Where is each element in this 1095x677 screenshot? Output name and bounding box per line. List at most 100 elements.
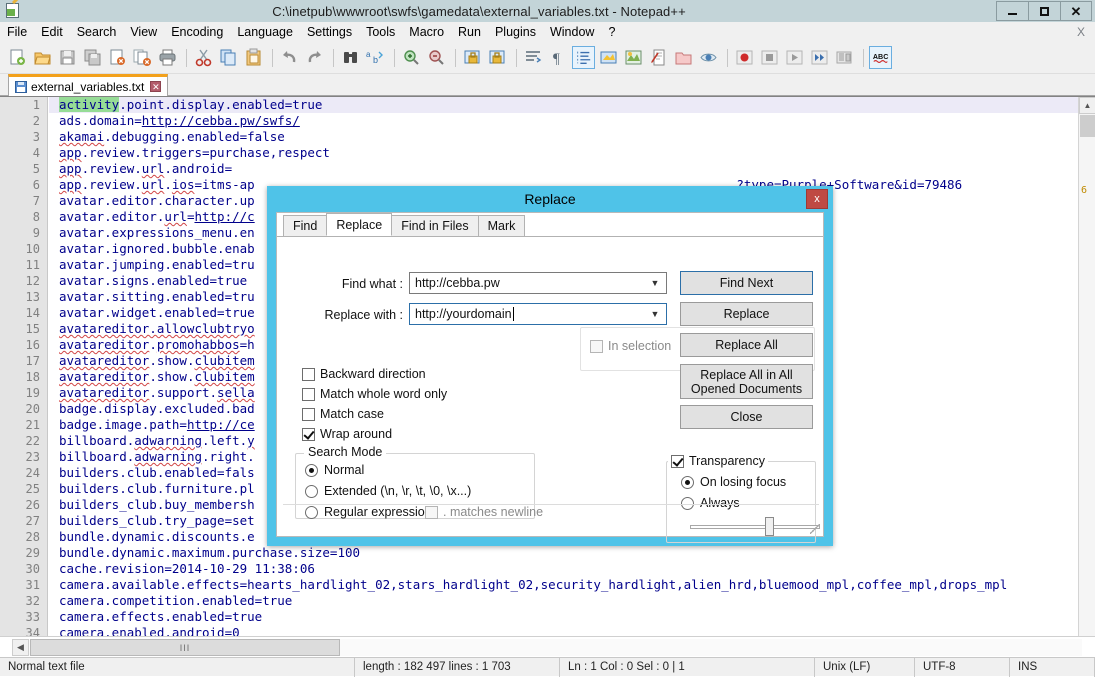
vertical-scroll-thumb[interactable] <box>1080 115 1095 137</box>
dialog-title-bar[interactable]: Replace x <box>267 186 833 212</box>
document-tab-external-variables[interactable]: external_variables.txt ✕ <box>8 74 169 96</box>
redo-icon[interactable] <box>303 46 326 69</box>
menu-item-tools[interactable]: Tools <box>359 23 402 41</box>
code-line[interactable]: camera.available.effects=hearts_hardligh… <box>49 577 1078 593</box>
sync-horizontal-scroll-icon[interactable] <box>486 46 509 69</box>
scroll-left-arrow-icon[interactable]: ◀ <box>12 639 29 656</box>
save-macro-icon[interactable] <box>833 46 856 69</box>
chevron-down-icon[interactable]: ▼ <box>644 304 666 324</box>
folder-as-workspace-icon[interactable] <box>672 46 695 69</box>
stop-recording-icon[interactable] <box>758 46 781 69</box>
menu-item-macro[interactable]: Macro <box>402 23 451 41</box>
in-selection-checkbox[interactable]: In selection <box>590 339 671 353</box>
menu-item-encoding[interactable]: Encoding <box>164 23 230 41</box>
close-icon[interactable]: ✕ <box>150 81 162 92</box>
menu-item-help[interactable]: ? <box>601 23 622 41</box>
print-icon[interactable] <box>156 46 179 69</box>
code-line[interactable]: app.review.url.android= <box>49 161 1078 177</box>
tab-find[interactable]: Find <box>283 215 328 236</box>
replace-icon[interactable]: ab <box>364 46 387 69</box>
cut-icon[interactable] <box>192 46 215 69</box>
search-mode-extended-radio[interactable]: Extended (\n, \r, \t, \0, \x...) <box>305 484 471 498</box>
find-icon[interactable] <box>339 46 362 69</box>
wrap-around-checkbox[interactable]: Wrap around <box>302 427 392 441</box>
find-next-button[interactable]: Find Next <box>680 271 813 295</box>
code-text: avatar.signs.enabled=true <box>59 273 248 288</box>
sync-vertical-scroll-icon[interactable] <box>461 46 484 69</box>
code-line[interactable]: camera.effects.enabled=true <box>49 609 1078 625</box>
code-line[interactable]: activity.point.display.enabled=true <box>49 97 1078 113</box>
menu-item-run[interactable]: Run <box>451 23 488 41</box>
playback-macro-icon[interactable] <box>783 46 806 69</box>
save-icon[interactable] <box>56 46 79 69</box>
close-window-button[interactable]: ✕ <box>1060 1 1092 21</box>
menu-item-language[interactable]: Language <box>230 23 300 41</box>
menu-item-window[interactable]: Window <box>543 23 601 41</box>
paste-icon[interactable] <box>242 46 265 69</box>
code-text: avatar.expressions_menu.en <box>59 225 255 240</box>
code-line[interactable]: ads.domain=http://cebba.pw/swfs/ <box>49 113 1078 129</box>
svg-text:¶: ¶ <box>553 51 560 67</box>
indent-guideline-icon[interactable] <box>572 46 595 69</box>
replace-dialog[interactable]: Replace x Find Replace Find in Files Mar… <box>267 186 833 546</box>
replace-all-opened-documents-button[interactable]: Replace All in All Opened Documents <box>680 364 813 399</box>
close-all-files-icon[interactable] <box>131 46 154 69</box>
word-wrap-icon[interactable] <box>522 46 545 69</box>
vertical-scrollbar[interactable]: ▲ 6 <box>1078 97 1095 637</box>
maximize-button[interactable] <box>1028 1 1060 21</box>
tab-mark[interactable]: Mark <box>477 215 526 236</box>
zoom-in-icon[interactable] <box>400 46 423 69</box>
save-all-icon[interactable] <box>81 46 104 69</box>
run-macro-multiple-icon[interactable] <box>808 46 831 69</box>
chevron-down-icon[interactable]: ▼ <box>644 273 666 293</box>
horizontal-scrollbar[interactable]: ◀ III <box>0 636 1095 657</box>
code-line[interactable]: camera.competition.enabled=true <box>49 593 1078 609</box>
scroll-up-arrow-icon[interactable]: ▲ <box>1079 97 1095 114</box>
code-line[interactable]: cache.revision=2014-10-29 11:38:06 <box>49 561 1078 577</box>
close-button[interactable]: Close <box>680 405 813 429</box>
code-text: app <box>59 177 82 192</box>
backward-direction-checkbox[interactable]: Backward direction <box>302 367 426 381</box>
close-document-button[interactable]: X <box>1077 25 1085 39</box>
tab-find-in-files[interactable]: Find in Files <box>391 215 479 236</box>
show-document-map-icon[interactable] <box>622 46 645 69</box>
search-mode-normal-radio[interactable]: Normal <box>305 463 364 477</box>
copy-icon[interactable] <box>217 46 240 69</box>
menu-item-plugins[interactable]: Plugins <box>488 23 543 41</box>
new-file-icon[interactable] <box>6 46 29 69</box>
close-file-icon[interactable] <box>106 46 129 69</box>
code-line[interactable]: akamai.debugging.enabled=false <box>49 129 1078 145</box>
user-defined-language-icon[interactable] <box>597 46 620 69</box>
replace-with-input[interactable]: http://yourdomain ▼ <box>409 303 667 325</box>
code-line[interactable]: bundle.dynamic.maximum.purchase.size=100 <box>49 545 1078 561</box>
code-text: avatar.ignored.bubble.enab <box>59 241 255 256</box>
spell-check-icon[interactable]: ABC <box>869 46 892 69</box>
function-list-icon[interactable] <box>647 46 670 69</box>
show-all-characters-icon[interactable]: ¶ <box>547 46 570 69</box>
find-what-input[interactable]: http://cebba.pw ▼ <box>409 272 667 294</box>
tab-replace[interactable]: Replace <box>326 213 393 236</box>
replace-button[interactable]: Replace <box>680 302 813 326</box>
record-macro-icon[interactable] <box>733 46 756 69</box>
menu-item-view[interactable]: View <box>123 23 164 41</box>
dialog-close-button[interactable]: x <box>806 189 828 209</box>
toolbar-separator <box>333 48 334 67</box>
menu-item-edit[interactable]: Edit <box>34 23 70 41</box>
open-file-icon[interactable] <box>31 46 54 69</box>
horizontal-scroll-thumb[interactable]: III <box>30 639 340 656</box>
monitoring-icon[interactable] <box>697 46 720 69</box>
match-whole-word-checkbox[interactable]: Match whole word only <box>302 387 447 401</box>
match-case-checkbox[interactable]: Match case <box>302 407 384 421</box>
replace-with-value: http://yourdomain <box>415 307 512 321</box>
undo-icon[interactable] <box>278 46 301 69</box>
minimize-button[interactable] <box>996 1 1028 21</box>
zoom-out-icon[interactable] <box>425 46 448 69</box>
bookmark-column[interactable] <box>0 97 14 637</box>
code-line[interactable]: app.review.triggers=purchase,respect <box>49 145 1078 161</box>
menu-item-file[interactable]: File <box>0 23 34 41</box>
replace-all-button[interactable]: Replace All <box>680 333 813 357</box>
menu-item-settings[interactable]: Settings <box>300 23 359 41</box>
resize-grip-icon[interactable] <box>810 524 820 534</box>
close-icon: ✕ <box>1070 3 1082 19</box>
menu-item-search[interactable]: Search <box>70 23 124 41</box>
